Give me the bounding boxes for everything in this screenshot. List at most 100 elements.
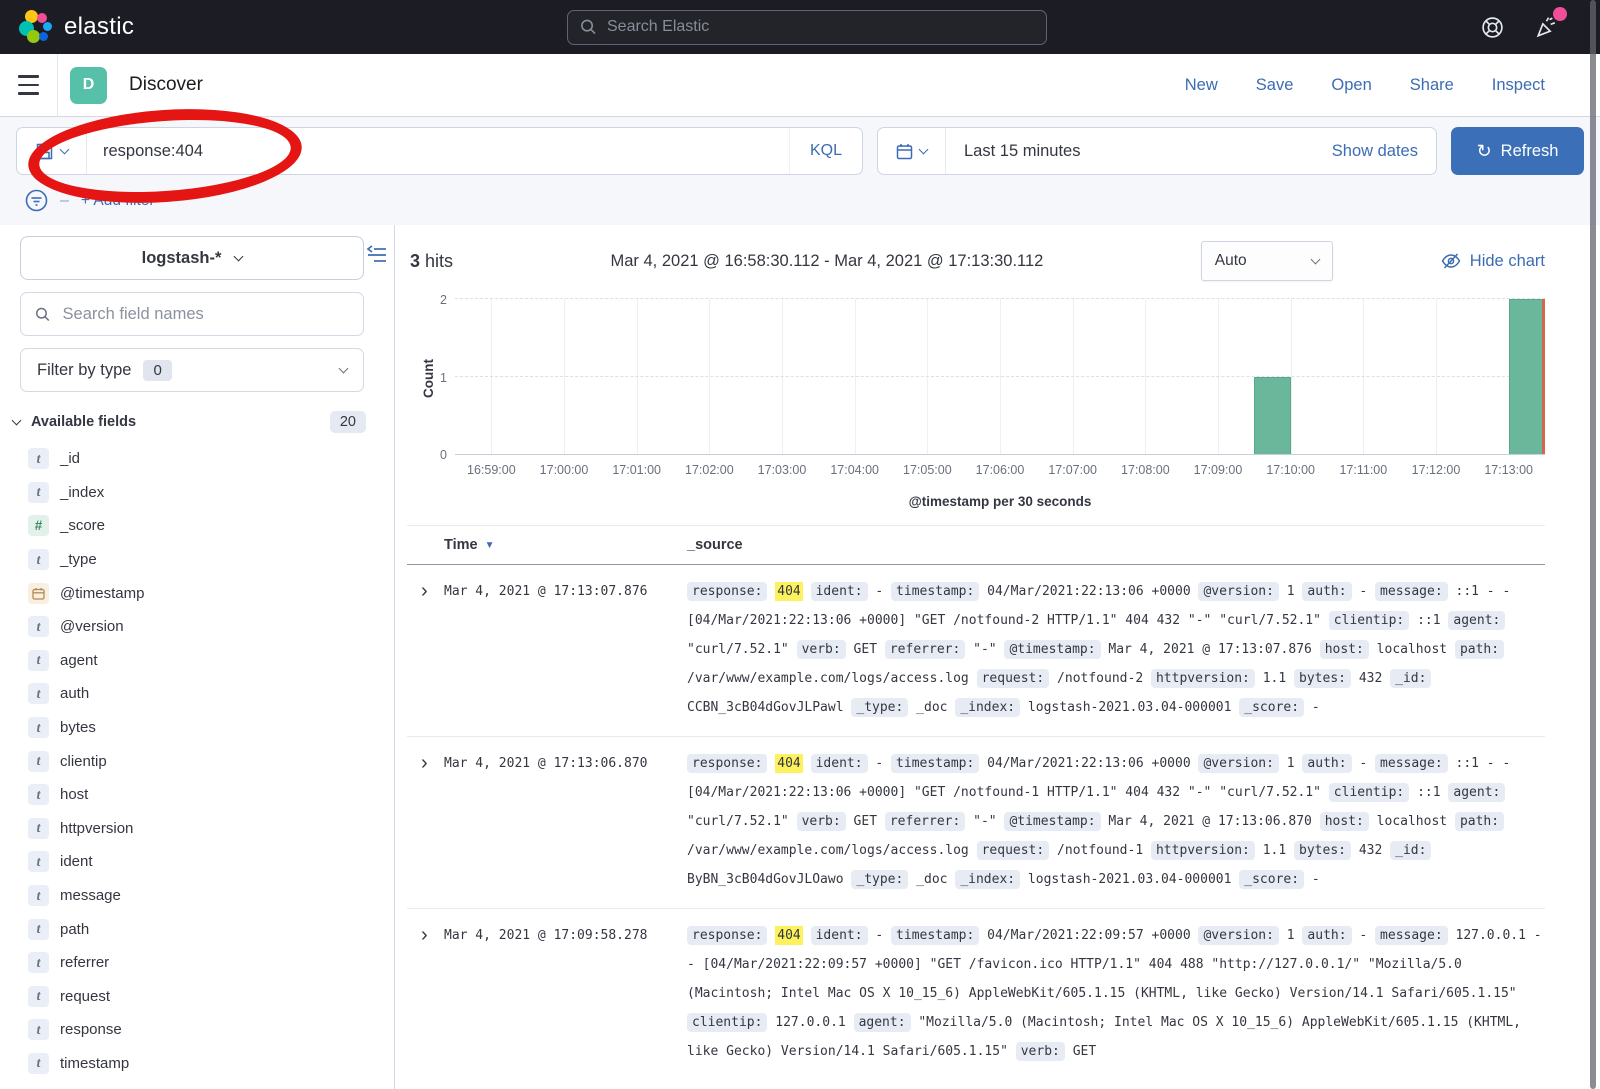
field-name: @timestamp — [60, 585, 144, 602]
nav-action-open[interactable]: Open — [1331, 76, 1371, 95]
filter-icon[interactable] — [25, 189, 48, 212]
field-item-ident[interactable]: tident — [28, 845, 394, 879]
scrollbar[interactable] — [1590, 0, 1596, 1089]
menu-icon[interactable] — [0, 54, 58, 116]
source-field-value: logstash-2021.03.04-000001 — [1028, 700, 1232, 715]
field-item-@timestamp[interactable]: @timestamp — [28, 576, 394, 610]
nav-action-new[interactable]: New — [1185, 76, 1218, 95]
field-item-@version[interactable]: t@version — [28, 610, 394, 644]
source-field-value: 1 — [1287, 584, 1295, 599]
source-field-name: referrer: — [885, 640, 965, 659]
histogram-bar[interactable] — [1254, 377, 1290, 455]
field-item-_index[interactable]: t_index — [28, 476, 394, 510]
field-item-agent[interactable]: tagent — [28, 644, 394, 678]
expand-row-icon[interactable]: › — [407, 749, 444, 894]
source-field-value: - — [1312, 700, 1320, 715]
add-filter-button[interactable]: + Add filter — [81, 192, 155, 210]
nav-action-inspect[interactable]: Inspect — [1492, 76, 1545, 95]
gridline — [927, 299, 928, 454]
filter-by-type-select[interactable]: Filter by type 0 — [20, 348, 364, 392]
source-field-value: "curl/7.52.1" — [687, 814, 789, 829]
source-field-name: agent: — [854, 1013, 911, 1032]
field-item-timestamp[interactable]: ttimestamp — [28, 1047, 394, 1081]
field-item-auth[interactable]: tauth — [28, 677, 394, 711]
save-icon — [36, 143, 53, 160]
source-field-name: message: — [1375, 754, 1448, 773]
source-field-name: auth: — [1302, 754, 1351, 773]
source-field-value: /notfound-2 — [1057, 671, 1143, 686]
field-name: _index — [60, 484, 104, 501]
histogram-bar[interactable] — [1509, 299, 1545, 454]
field-item-bytes[interactable]: tbytes — [28, 711, 394, 745]
field-name: request — [60, 988, 110, 1005]
source-field-name: ident: — [811, 754, 868, 773]
source-field-name: _index: — [955, 698, 1020, 717]
source-field-value: 127.0.0.1 — [775, 1015, 845, 1030]
query-language-button[interactable]: KQL — [789, 128, 862, 174]
expand-row-icon[interactable]: › — [407, 921, 444, 1066]
field-item-referrer[interactable]: treferrer — [28, 946, 394, 980]
field-item-_score[interactable]: #_score — [28, 509, 394, 543]
available-fields-header[interactable]: Available fields 20 — [13, 411, 366, 433]
column-header-time[interactable]: Time ▼ — [444, 537, 687, 553]
string-field-type-icon: t — [28, 784, 49, 805]
announcements-icon[interactable] — [1534, 14, 1560, 40]
highlighted-value: 404 — [775, 926, 802, 945]
source-field-value: "-" — [973, 642, 996, 657]
refresh-icon: ↻ — [1477, 142, 1492, 160]
refresh-button[interactable]: ↻ Refresh — [1451, 127, 1584, 175]
interval-select[interactable]: Auto — [1201, 241, 1333, 281]
field-name: message — [60, 887, 121, 904]
source-field-name: @version: — [1198, 926, 1278, 945]
chevron-down-icon — [919, 144, 929, 154]
query-section: KQL Last 15 minutes Show dates ↻ Refresh… — [0, 117, 1600, 225]
help-icon[interactable] — [1480, 14, 1506, 40]
field-item-clientip[interactable]: tclientip — [28, 744, 394, 778]
field-item-_type[interactable]: t _type — [28, 543, 394, 577]
calendar-menu-button[interactable] — [878, 128, 946, 174]
field-item-host[interactable]: thost — [28, 778, 394, 812]
field-name: _type — [60, 551, 97, 568]
field-item-response[interactable]: tresponse — [28, 1013, 394, 1047]
string-field-type-icon: t — [28, 549, 49, 570]
source-field-value: GET — [854, 642, 877, 657]
global-search[interactable] — [567, 10, 1047, 45]
field-item-path[interactable]: tpath — [28, 912, 394, 946]
doc-source: response: 404 ident: - timestamp: 04/Mar… — [687, 921, 1545, 1066]
field-name: ident — [60, 853, 93, 870]
field-search-input[interactable] — [63, 305, 349, 324]
index-pattern-select[interactable]: logstash-* — [20, 236, 364, 280]
time-range-value[interactable]: Last 15 minutes — [946, 128, 1332, 174]
show-dates-button[interactable]: Show dates — [1332, 128, 1436, 174]
source-field-name: clientip: — [1329, 783, 1409, 802]
field-item-request[interactable]: trequest — [28, 980, 394, 1014]
hide-chart-button[interactable]: Hide chart — [1441, 252, 1545, 271]
source-field-value: - — [1359, 584, 1367, 599]
nav-action-share[interactable]: Share — [1410, 76, 1454, 95]
filter-type-count-badge: 0 — [143, 360, 171, 381]
x-tick-label: 17:00:00 — [540, 463, 589, 477]
doc-source: response: 404 ident: - timestamp: 04/Mar… — [687, 577, 1545, 722]
column-header-source: _source — [687, 537, 743, 553]
source-field-value: logstash-2021.03.04-000001 — [1028, 872, 1232, 887]
fields-sidebar: logstash-* Filter by type 0 Available fi… — [0, 225, 395, 1089]
doc-table-body: ›Mar 4, 2021 @ 17:13:07.876response: 404… — [407, 565, 1545, 1080]
expand-row-icon[interactable]: › — [407, 577, 444, 722]
field-search[interactable] — [20, 292, 364, 336]
source-field-name: _index: — [955, 870, 1020, 889]
chevron-down-icon — [1310, 254, 1320, 264]
query-input[interactable] — [103, 142, 773, 161]
global-search-input[interactable] — [607, 18, 1034, 36]
field-item-message[interactable]: tmessage — [28, 879, 394, 913]
field-item-httpversion[interactable]: thttpversion — [28, 812, 394, 846]
field-name: _score — [60, 517, 105, 534]
source-field-name: path: — [1455, 812, 1504, 831]
source-field-value: /var/www/example.com/logs/access.log — [687, 843, 969, 858]
collapse-sidebar-icon[interactable] — [366, 245, 387, 269]
source-field-name: response: — [687, 754, 767, 773]
saved-query-menu-button[interactable] — [17, 128, 87, 174]
source-field-value: /var/www/example.com/logs/access.log — [687, 671, 969, 686]
field-item-_id[interactable]: t_id — [28, 442, 394, 476]
source-field-value: 432 — [1359, 843, 1382, 858]
nav-action-save[interactable]: Save — [1256, 76, 1294, 95]
